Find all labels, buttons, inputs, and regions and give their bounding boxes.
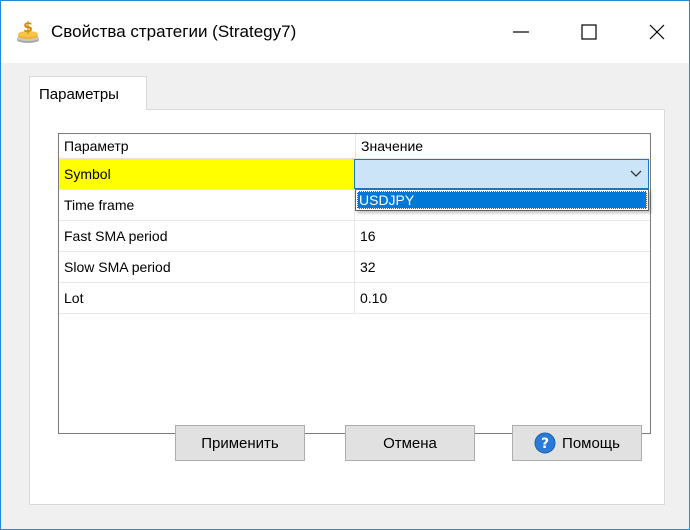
cancel-button[interactable]: Отмена bbox=[345, 425, 475, 461]
close-button[interactable] bbox=[629, 1, 685, 63]
maximize-button[interactable] bbox=[561, 1, 617, 63]
param-name[interactable]: Fast SMA period bbox=[59, 221, 355, 251]
grid-header: Параметр Значение bbox=[59, 134, 650, 159]
grid-row-slow-sma-period[interactable]: Slow SMA period 32 bbox=[59, 252, 650, 283]
parameters-grid: Параметр Значение Symbol Time frame Fast… bbox=[58, 133, 651, 434]
param-name[interactable]: Slow SMA period bbox=[59, 252, 355, 282]
grid-row-lot[interactable]: Lot 0.10 bbox=[59, 283, 650, 314]
param-value[interactable]: 0.10 bbox=[355, 283, 650, 313]
tab-control: Параметры Параметр Значение Symbol Time … bbox=[1, 63, 689, 529]
apply-button[interactable]: Применить bbox=[175, 425, 305, 461]
close-icon bbox=[649, 24, 665, 40]
symbol-combobox[interactable] bbox=[354, 159, 649, 189]
tab-parameters[interactable]: Параметры bbox=[29, 76, 147, 110]
param-name[interactable]: Symbol bbox=[59, 159, 355, 189]
help-button-label: Помощь bbox=[562, 434, 620, 452]
column-header-value[interactable]: Значение bbox=[356, 134, 650, 158]
symbol-dropdown-list: USDJPY bbox=[355, 189, 649, 211]
grid-row-symbol[interactable]: Symbol bbox=[59, 159, 650, 190]
svg-text:?: ? bbox=[541, 436, 549, 452]
tab-label: Параметры bbox=[39, 86, 119, 103]
maximize-icon bbox=[581, 24, 597, 40]
dropdown-option-usdjpy[interactable]: USDJPY bbox=[357, 191, 647, 209]
param-name[interactable]: Lot bbox=[59, 283, 355, 313]
param-value[interactable]: 16 bbox=[355, 221, 650, 251]
column-header-parameter[interactable]: Параметр bbox=[59, 134, 356, 158]
strategy-coins-icon: $ bbox=[15, 20, 41, 44]
chevron-down-icon bbox=[630, 170, 642, 177]
help-button[interactable]: ? Помощь bbox=[512, 425, 642, 461]
minimize-icon bbox=[513, 31, 529, 33]
svg-text:$: $ bbox=[23, 20, 33, 36]
window-title: Свойства стратегии (Strategy7) bbox=[51, 22, 297, 41]
grid-row-fast-sma-period[interactable]: Fast SMA period 16 bbox=[59, 221, 650, 252]
param-name[interactable]: Time frame bbox=[59, 190, 355, 220]
strategy-properties-dialog: $ Свойства стратегии (Strategy7) Парамет… bbox=[0, 0, 690, 530]
minimize-button[interactable] bbox=[493, 1, 549, 63]
param-value[interactable]: 32 bbox=[355, 252, 650, 282]
title-bar[interactable]: $ Свойства стратегии (Strategy7) bbox=[1, 1, 689, 63]
help-icon: ? bbox=[534, 432, 556, 454]
